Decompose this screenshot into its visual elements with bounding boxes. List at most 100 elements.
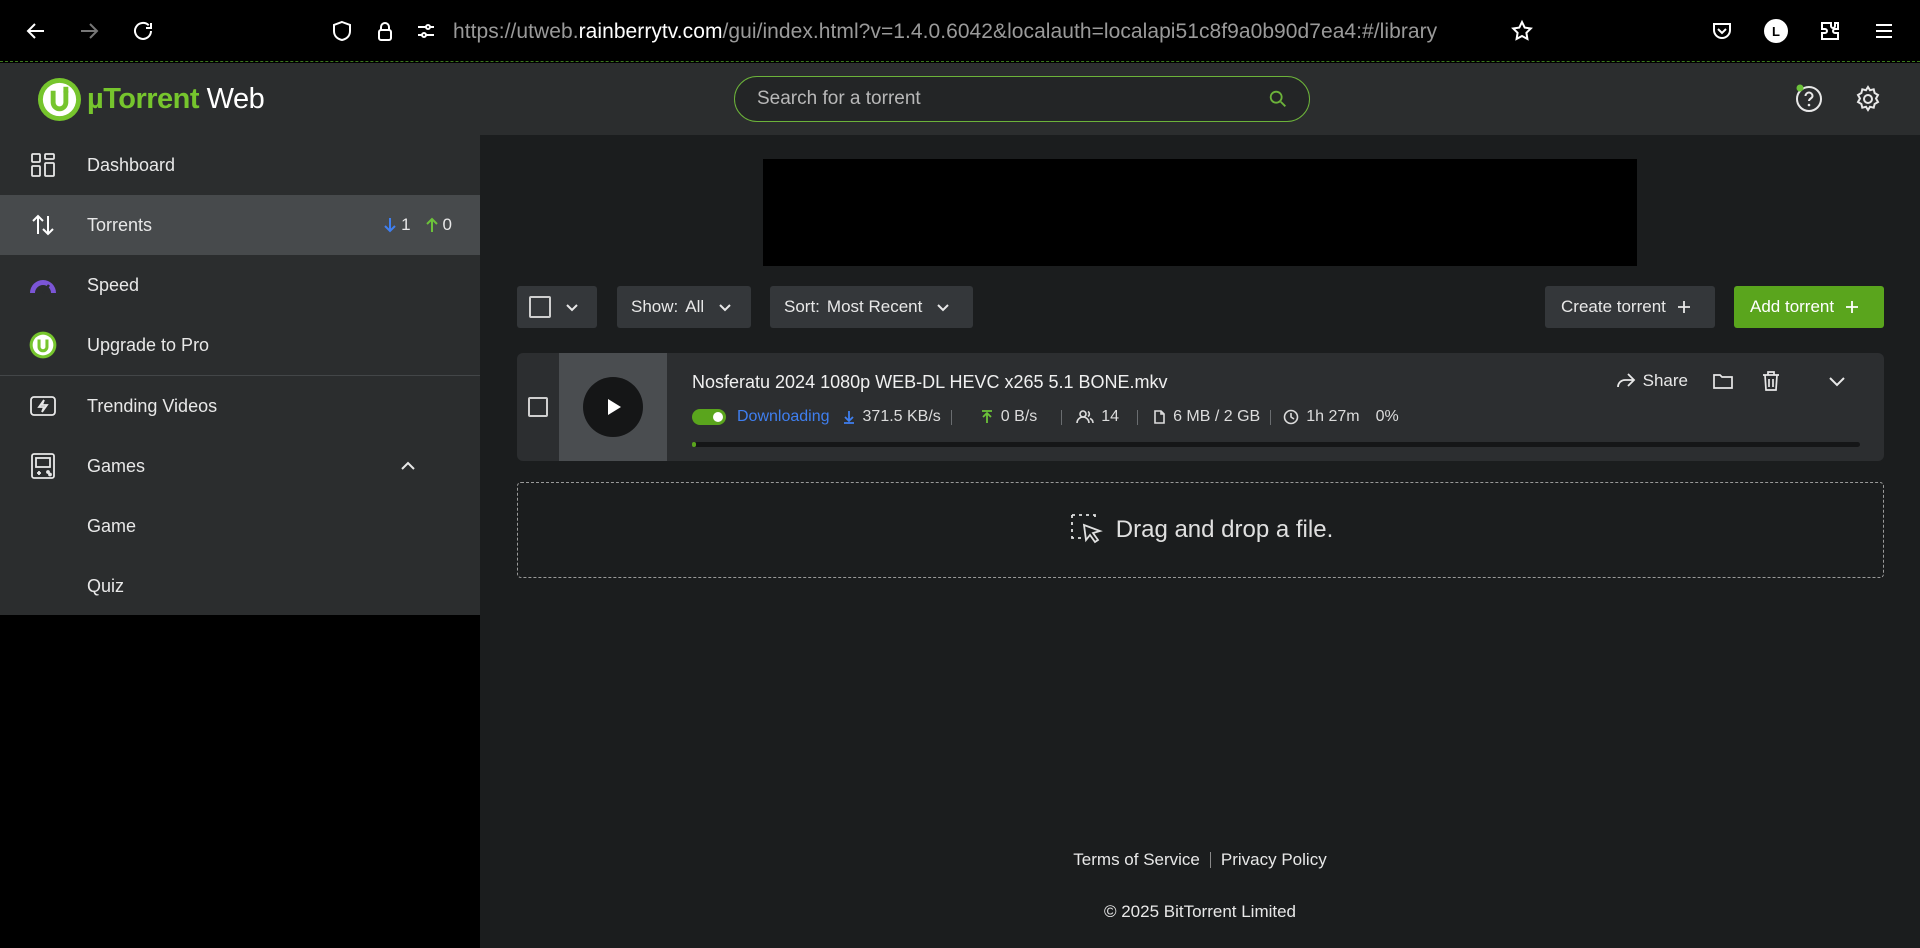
- sidebar: Dashboard Torrents 1 0 Speed Upgrade to …: [0, 135, 480, 615]
- create-torrent-label: Create torrent: [1561, 297, 1666, 316]
- address-bar[interactable]: https://utweb.rainberrytv.com/gui/index.…: [453, 20, 1437, 44]
- profile-avatar[interactable]: L: [1761, 16, 1791, 46]
- drag-drop-cursor-icon: [1070, 514, 1103, 544]
- torrent-name[interactable]: Nosferatu 2024 1080p WEB-DL HEVC x265 5.…: [692, 372, 1168, 393]
- upload-count: 0: [442, 215, 452, 234]
- sidebar-item-dashboard[interactable]: Dashboard: [0, 135, 480, 195]
- reload-icon[interactable]: [128, 16, 158, 46]
- chevron-up-icon[interactable]: [400, 459, 416, 473]
- trash-icon[interactable]: [1760, 370, 1782, 392]
- upload-speed: 0 B/s: [1000, 408, 1038, 425]
- file-icon: [1154, 410, 1165, 424]
- browser-toolbar: https://utweb.rainberrytv.com/gui/index.…: [0, 0, 1920, 62]
- chevron-down-icon: [566, 304, 578, 312]
- add-torrent-button[interactable]: Add torrent: [1734, 286, 1884, 328]
- stat-separator: [1061, 409, 1063, 425]
- sort-dropdown[interactable]: Sort: Most Recent: [770, 286, 973, 328]
- add-torrent-label: Add torrent: [1750, 297, 1835, 316]
- torrent-progress-bar: [692, 442, 1860, 447]
- show-filter-dropdown[interactable]: Show: All: [617, 286, 751, 328]
- permissions-icon[interactable]: [411, 16, 441, 46]
- plus-icon: [1846, 301, 1859, 313]
- bookmark-star-icon[interactable]: [1507, 16, 1537, 46]
- stat-separator: [1137, 409, 1139, 425]
- torrent-eta: 1h 27m: [1306, 408, 1360, 425]
- back-arrow-icon[interactable]: [21, 16, 51, 46]
- download-toggle[interactable]: [692, 409, 726, 425]
- upload-arrow-icon: [981, 410, 992, 423]
- profile-initial: L: [1764, 19, 1788, 43]
- torrent-row[interactable]: Nosferatu 2024 1080p WEB-DL HEVC x265 5.…: [517, 353, 1884, 461]
- create-torrent-button[interactable]: Create torrent: [1545, 286, 1715, 328]
- sidebar-item-label: Speed: [87, 274, 140, 295]
- chevron-down-icon: [719, 304, 731, 312]
- stat-separator: [950, 409, 952, 425]
- share-button[interactable]: Share: [1616, 371, 1688, 391]
- help-icon[interactable]: [1793, 83, 1825, 115]
- main-content: Show: All Sort: Most Recent Create torre…: [480, 135, 1920, 948]
- logo-mu: µTorrent: [87, 83, 200, 115]
- search-input[interactable]: [757, 77, 1257, 121]
- torrent-row-checkbox[interactable]: [528, 397, 548, 417]
- utorrent-logo[interactable]: µTorrent Web: [37, 77, 265, 122]
- download-arrow-icon: [384, 218, 396, 233]
- logo-text: µTorrent Web: [87, 83, 265, 116]
- chevron-down-icon[interactable]: [1826, 370, 1848, 392]
- sidebar-item-label: Quiz: [87, 575, 125, 596]
- torrent-progress-fill: [692, 442, 696, 447]
- terms-of-service-link[interactable]: Terms of Service: [1073, 850, 1200, 870]
- url-prefix: https://utweb.: [453, 20, 579, 43]
- forward-arrow-icon[interactable]: [74, 16, 104, 46]
- up-down-arrows-icon: [28, 210, 58, 240]
- sidebar-item-label: Games: [87, 455, 146, 476]
- speedometer-icon: [28, 270, 58, 300]
- play-button[interactable]: [583, 377, 643, 437]
- share-arrow-icon: [1616, 373, 1635, 388]
- sidebar-item-label: Upgrade to Pro: [87, 334, 210, 355]
- show-label: Show:: [631, 297, 679, 316]
- file-dropzone[interactable]: Drag and drop a file.: [517, 482, 1884, 578]
- torrent-stats: Downloading 371.5 KB/s 0 B/s 14 6 MB / 2…: [692, 407, 1399, 427]
- sidebar-item-label: Dashboard: [87, 154, 176, 175]
- sidebar-item-upgrade-pro[interactable]: Upgrade to Pro: [0, 315, 480, 375]
- copyright-text: © 2025 BitTorrent Limited: [1103, 902, 1297, 921]
- ad-banner[interactable]: [763, 159, 1637, 266]
- sidebar-item-torrents[interactable]: Torrents 1 0: [0, 195, 480, 255]
- extensions-puzzle-icon[interactable]: [1815, 16, 1845, 46]
- sidebar-item-game[interactable]: Game: [0, 496, 480, 556]
- stat-separator: [1270, 409, 1272, 425]
- privacy-policy-link[interactable]: Privacy Policy: [1221, 850, 1327, 870]
- shield-icon[interactable]: [327, 16, 357, 46]
- url-host: rainberrytv.com: [578, 20, 723, 43]
- sidebar-item-trending-videos[interactable]: Trending Videos: [0, 376, 480, 436]
- handheld-console-icon: [28, 451, 58, 481]
- torrent-actions: Share: [1616, 370, 1848, 392]
- dashboard-grid-icon: [28, 150, 58, 180]
- url-suffix: /gui/index.html?v=1.4.0.6042&localauth=l…: [722, 20, 1438, 43]
- torrent-size: 6 MB / 2 GB: [1173, 408, 1261, 425]
- logo-web: Web: [199, 83, 265, 115]
- play-icon: [608, 399, 621, 415]
- torrent-status: Downloading: [737, 408, 830, 425]
- sidebar-item-label: Torrents: [87, 214, 153, 235]
- sidebar-item-games[interactable]: Games: [0, 436, 480, 496]
- torrent-percent: 0%: [1375, 408, 1399, 425]
- torrent-thumbnail: [559, 353, 667, 461]
- sidebar-item-quiz[interactable]: Quiz: [0, 556, 480, 616]
- folder-icon[interactable]: [1712, 370, 1734, 392]
- search-box: [734, 76, 1310, 122]
- sort-label: Sort:: [784, 297, 820, 316]
- chevron-down-icon: [937, 304, 950, 312]
- sidebar-item-label: Game: [87, 515, 137, 536]
- sidebar-item-label: Trending Videos: [87, 395, 218, 416]
- footer-separator: [1209, 852, 1211, 868]
- select-all-checkbox[interactable]: [529, 296, 551, 318]
- settings-gear-icon[interactable]: [1852, 83, 1884, 115]
- lightning-video-icon: [28, 391, 58, 421]
- lock-icon[interactable]: [370, 16, 400, 46]
- hamburger-menu-icon[interactable]: [1869, 16, 1899, 46]
- pocket-icon[interactable]: [1707, 16, 1737, 46]
- search-icon[interactable]: [1267, 88, 1289, 110]
- select-all-dropdown[interactable]: [517, 286, 597, 328]
- sidebar-item-speed[interactable]: Speed: [0, 255, 480, 315]
